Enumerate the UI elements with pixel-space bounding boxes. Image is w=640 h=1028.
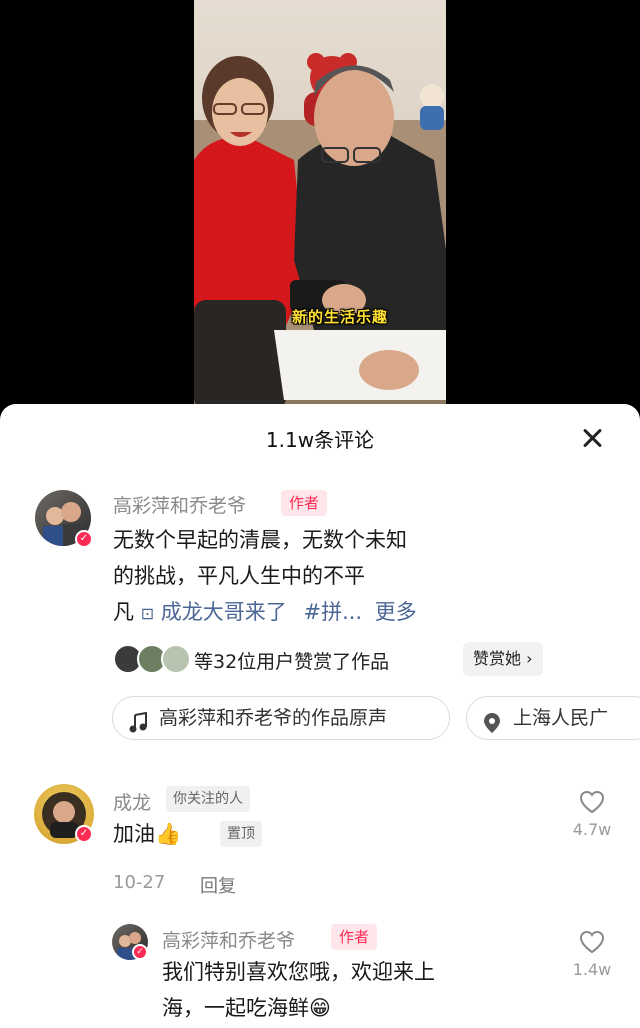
comment-like[interactable]: 4.7w [568,790,616,839]
hashtag-link[interactable]: #拼... [303,600,362,624]
music-pill[interactable]: 高彩萍和乔老爷的作品原声 [112,696,450,740]
tip-summary: 等32位用户赞赏了作品 [194,651,390,673]
comment-text: 加油👍 [113,822,182,846]
video-scene [194,53,446,420]
heart-icon [579,930,605,954]
verified-check-icon: ✓ [75,825,93,843]
location-pill[interactable]: 上海人民广 [466,696,640,740]
post-text-line2: 的挑战，平凡人生中的不平 [113,564,365,588]
comment-count-title: 1.1w条评论 [265,428,375,452]
comment-sheet: 1.1w条评论 ✓ 高彩萍和乔老爷 作者 无数个早起的清晨，无数个未知 的挑战，… [0,404,640,1028]
reply-like-count: 1.4w [572,960,612,979]
post-text: 无数个早起的清晨，无数个未知 的挑战，平凡人生中的不平 凡 ⊡ 成龙大哥来了 #… [113,522,533,632]
tipper-avatar [161,644,191,674]
pinned-badge: 置顶 [220,821,262,847]
post-text-line3: 凡 ⊡ 成龙大哥来了 #拼... 更多 [113,594,533,632]
tip-button[interactable]: 赞赏她 › [463,642,543,676]
post-text-line1: 无数个早起的清晨，无数个未知 [113,528,407,552]
reply-text-line2: 海，一起吃海鲜😁 [162,996,331,1020]
mention-icon: ⊡ [140,604,155,623]
heart-icon [579,790,605,814]
author-tag: 作者 [281,490,328,516]
mention-link[interactable]: 成龙大哥来了 [161,600,287,624]
verified-check-icon: ✓ [75,530,93,548]
post-text-line3-prefix: 凡 [113,600,134,624]
verified-check-icon: ✓ [132,944,148,960]
reply-author-tag: 作者 [331,924,378,950]
music-note-icon [127,707,149,739]
reply-like[interactable]: 1.4w [568,930,616,979]
video-player[interactable]: 新的生活乐趣 [0,0,640,420]
following-badge: 你关注的人 [166,786,250,812]
close-icon[interactable] [580,426,604,450]
reply-button[interactable]: 回复 [200,872,236,898]
location-pin-icon [481,707,503,739]
location-label: 上海人民广 [513,707,609,729]
commenter-name[interactable]: 成龙 [113,788,151,815]
more-link[interactable]: 更多 [375,600,417,624]
reply-author-name[interactable]: 高彩萍和乔老爷 [162,926,295,953]
post-author-name[interactable]: 高彩萍和乔老爷 [113,491,246,518]
like-count: 4.7w [572,820,612,839]
music-label: 高彩萍和乔老爷的作品原声 [159,707,388,729]
video-caption: 新的生活乐趣 [292,308,389,326]
comment-date: 10-27 [113,872,166,893]
video-frame[interactable] [194,0,446,420]
reply-text-line1: 我们特别喜欢您哦，欢迎来上 [162,960,435,984]
